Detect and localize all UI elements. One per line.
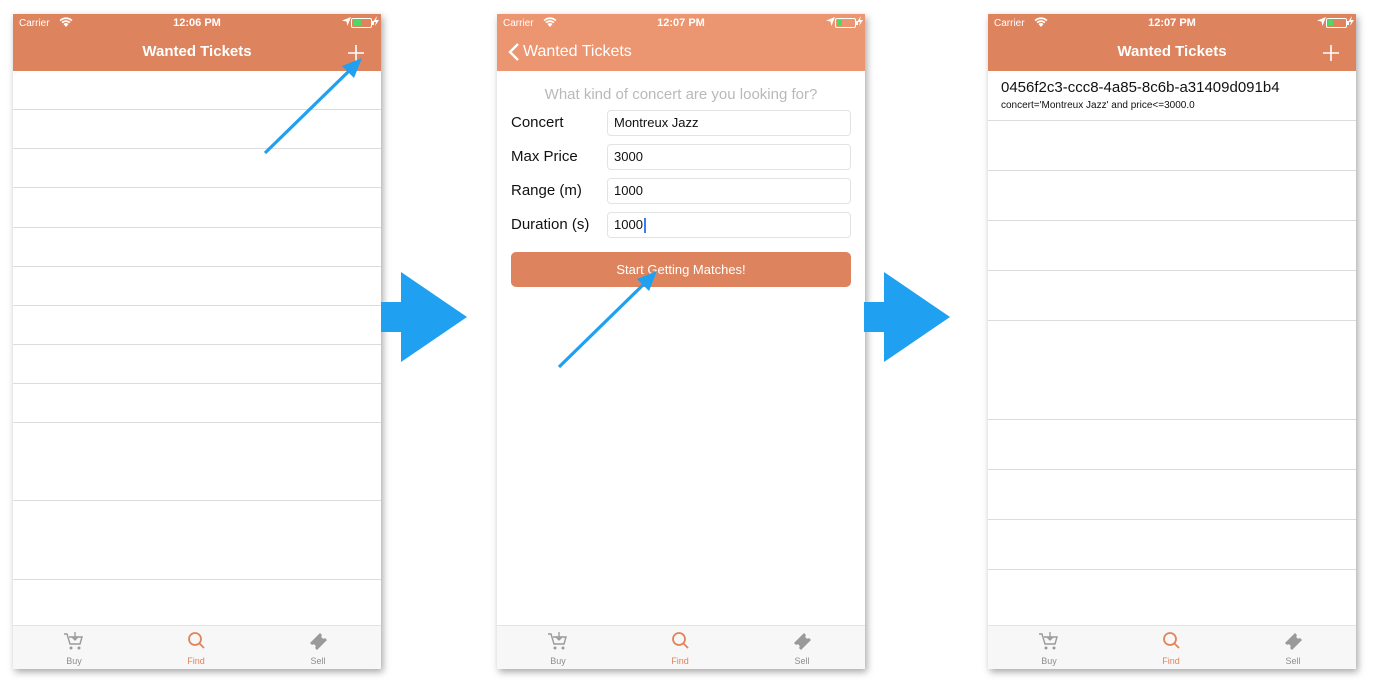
list-row-separator bbox=[988, 320, 1356, 321]
plus-icon[interactable] bbox=[347, 44, 365, 62]
list-row-separator bbox=[13, 109, 381, 110]
concert-label: Concert bbox=[511, 114, 564, 131]
range-field[interactable]: 1000 bbox=[607, 178, 851, 204]
tab-label-buy: Buy bbox=[66, 656, 82, 666]
concert-row: Concert Montreux Jazz bbox=[511, 110, 851, 136]
tab-buy[interactable]: Buy bbox=[13, 626, 135, 669]
list-row-separator bbox=[13, 579, 381, 580]
list-row-separator bbox=[988, 120, 1356, 121]
status-bar: Carrier 12:06 PM bbox=[13, 14, 381, 34]
tab-label-find: Find bbox=[1162, 656, 1180, 666]
status-bar: Carrier 12:07 PM bbox=[988, 14, 1356, 34]
charging-bolt-icon bbox=[857, 16, 863, 26]
cart-icon bbox=[64, 632, 83, 650]
list-row-separator bbox=[988, 419, 1356, 420]
search-icon bbox=[672, 632, 689, 649]
text-cursor bbox=[643, 218, 646, 234]
list-row-separator bbox=[13, 266, 381, 267]
list-row-separator bbox=[13, 383, 381, 384]
tab-label-sell: Sell bbox=[1285, 656, 1301, 666]
start-getting-matches-button[interactable]: Start Getting Matches! bbox=[511, 252, 851, 287]
plus-icon[interactable] bbox=[1322, 44, 1340, 62]
list-row-separator bbox=[13, 187, 381, 188]
tab-label-buy: Buy bbox=[1041, 656, 1057, 666]
navigation-bar: Carrier 12:07 PM Wanted Tickets bbox=[497, 14, 865, 71]
search-icon bbox=[188, 632, 205, 649]
tab-buy[interactable]: Buy bbox=[988, 626, 1110, 669]
max-price-field[interactable]: 3000 bbox=[607, 144, 851, 170]
duration-field[interactable]: 1000 bbox=[607, 212, 851, 238]
form-question: What kind of concert are you looking for… bbox=[544, 86, 818, 103]
tab-label-find: Find bbox=[187, 656, 205, 666]
max-price-row: Max Price 3000 bbox=[511, 144, 851, 170]
location-icon bbox=[342, 17, 351, 26]
tab-label-find: Find bbox=[671, 656, 689, 666]
step-arrow-icon bbox=[381, 272, 467, 362]
tab-bar: Buy Find Sell bbox=[988, 625, 1356, 669]
search-icon bbox=[1163, 632, 1180, 649]
duration-label: Duration (s) bbox=[511, 216, 590, 233]
list-row-separator bbox=[13, 305, 381, 306]
battery-icon bbox=[835, 18, 858, 28]
chevron-left-icon bbox=[508, 43, 519, 61]
screen-wanted-tickets-result: Carrier 12:07 PM Wanted Tickets 0456f2c3… bbox=[988, 14, 1356, 669]
clock: 12:07 PM bbox=[657, 17, 705, 29]
list-row-separator bbox=[988, 469, 1356, 470]
battery-icon bbox=[1326, 18, 1349, 28]
max-price-label: Max Price bbox=[511, 148, 578, 165]
charging-bolt-icon bbox=[373, 16, 379, 26]
tab-find[interactable]: Find bbox=[619, 626, 741, 669]
tab-sell[interactable]: Sell bbox=[257, 626, 379, 669]
tab-find[interactable]: Find bbox=[1110, 626, 1232, 669]
tab-sell[interactable]: Sell bbox=[1232, 626, 1354, 669]
navigation-bar: Carrier 12:06 PM Wanted Tickets bbox=[13, 14, 381, 71]
screen-wanted-tickets-empty: Carrier 12:06 PM Wanted Tickets Buy Find bbox=[13, 14, 381, 669]
battery-icon bbox=[351, 18, 374, 28]
tab-label-sell: Sell bbox=[794, 656, 810, 666]
ticket-icon bbox=[1285, 633, 1302, 650]
location-icon bbox=[1317, 17, 1326, 26]
navigation-bar: Carrier 12:07 PM Wanted Tickets bbox=[988, 14, 1356, 71]
duration-row: Duration (s) 1000 bbox=[511, 212, 851, 238]
location-icon bbox=[826, 17, 835, 26]
list-row-separator bbox=[988, 519, 1356, 520]
list-row-separator bbox=[13, 227, 381, 228]
list-row-separator bbox=[988, 270, 1356, 271]
page-title: Wanted Tickets bbox=[142, 43, 252, 60]
list-row-separator bbox=[13, 422, 381, 423]
range-label: Range (m) bbox=[511, 182, 582, 199]
screen-new-wanted-ticket-form: Carrier 12:07 PM Wanted Tickets What kin… bbox=[497, 14, 865, 669]
wanted-ticket-id: 0456f2c3-ccc8-4a85-8c6b-a31409d091b4 bbox=[1001, 79, 1280, 96]
tab-bar: Buy Find Sell bbox=[497, 625, 865, 669]
list-row-separator bbox=[988, 220, 1356, 221]
clock: 12:07 PM bbox=[1148, 17, 1196, 29]
ticket-icon bbox=[310, 633, 327, 650]
list-row-separator bbox=[13, 344, 381, 345]
concert-field[interactable]: Montreux Jazz bbox=[607, 110, 851, 136]
tab-bar: Buy Find Sell bbox=[13, 625, 381, 669]
back-button-label: Wanted Tickets bbox=[523, 43, 632, 60]
duration-value: 1000 bbox=[614, 217, 643, 232]
charging-bolt-icon bbox=[1348, 16, 1354, 26]
cart-icon bbox=[548, 632, 567, 650]
tab-find[interactable]: Find bbox=[135, 626, 257, 669]
list-row-separator bbox=[988, 569, 1356, 570]
tab-buy[interactable]: Buy bbox=[497, 626, 619, 669]
clock: 12:06 PM bbox=[173, 17, 221, 29]
page-title: Wanted Tickets bbox=[1117, 43, 1227, 60]
tab-label-sell: Sell bbox=[310, 656, 326, 666]
back-button[interactable]: Wanted Tickets bbox=[508, 42, 632, 62]
list-row-separator bbox=[13, 148, 381, 149]
list-row-separator bbox=[988, 170, 1356, 171]
ticket-icon bbox=[794, 633, 811, 650]
tab-sell[interactable]: Sell bbox=[741, 626, 863, 669]
range-row: Range (m) 1000 bbox=[511, 178, 851, 204]
step-arrow-icon bbox=[864, 272, 950, 362]
wanted-ticket-query: concert='Montreux Jazz' and price<=3000.… bbox=[1001, 100, 1195, 111]
cart-icon bbox=[1039, 632, 1058, 650]
tab-label-buy: Buy bbox=[550, 656, 566, 666]
list-row-separator bbox=[13, 500, 381, 501]
status-bar: Carrier 12:07 PM bbox=[497, 14, 865, 34]
